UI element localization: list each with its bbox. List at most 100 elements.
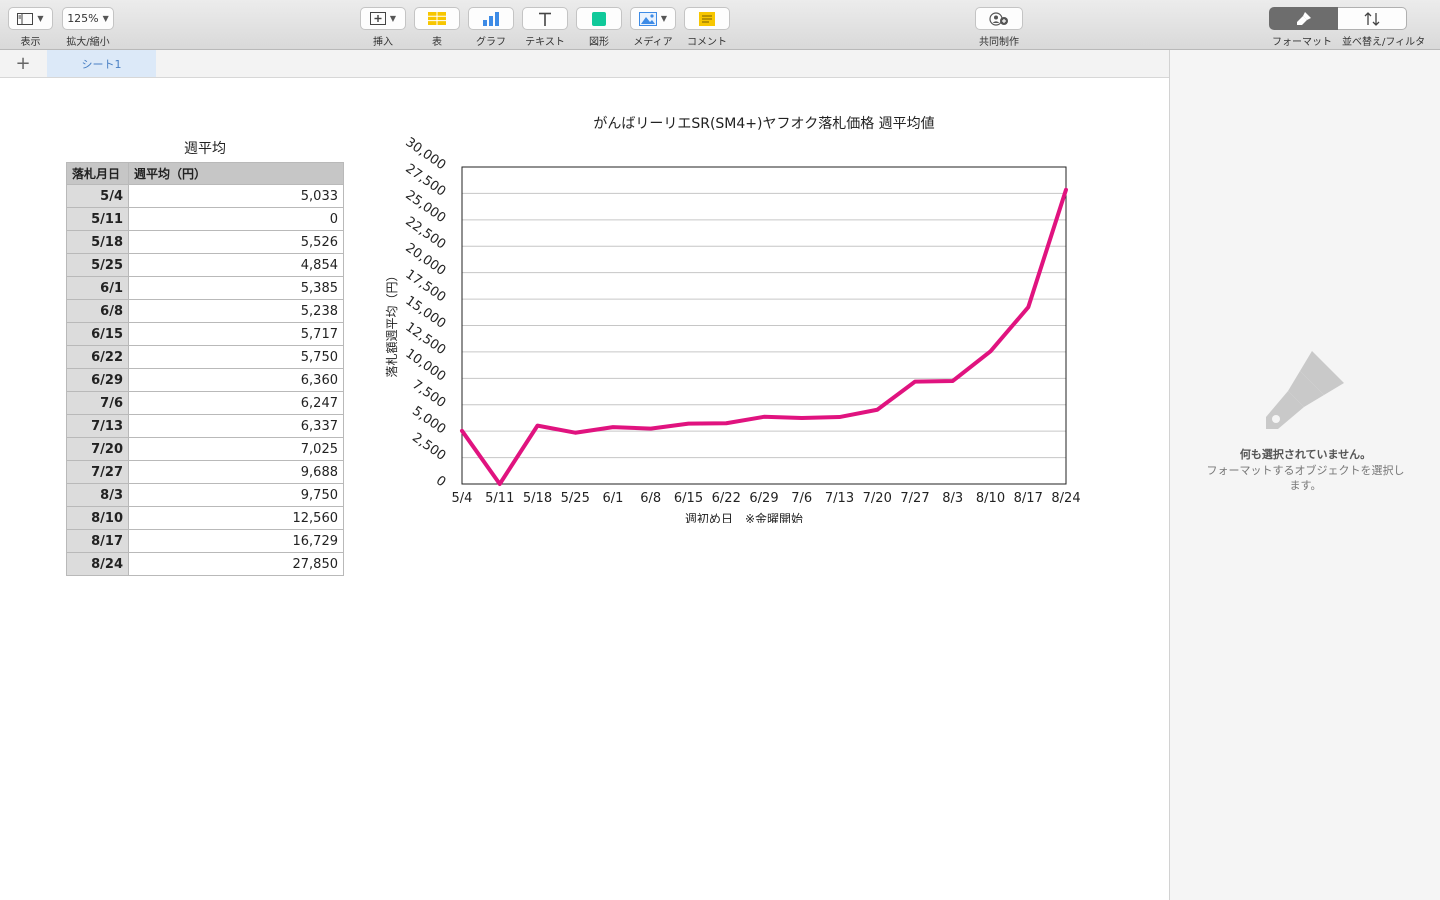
x-tick-label: 6/8 xyxy=(640,491,661,506)
x-tick-label: 8/17 xyxy=(1014,491,1043,506)
average-cell[interactable]: 5,750 xyxy=(128,345,344,369)
average-cell[interactable]: 5,385 xyxy=(128,276,344,300)
average-cell[interactable]: 12,560 xyxy=(128,506,344,530)
weekly-average-table[interactable]: 落札月日 週平均（円） 5/4 5,033 5/11 0 5/18 5,526 5/25 4,… xyxy=(66,162,344,576)
chart-label: グラフ xyxy=(476,37,506,48)
date-cell[interactable]: 6/8 xyxy=(66,299,129,323)
date-cell[interactable]: 8/24 xyxy=(66,552,129,576)
table-row[interactable]: 6/15 5,717 xyxy=(66,322,344,346)
table-control[interactable]: 表 xyxy=(414,7,460,48)
data-point xyxy=(951,379,955,383)
date-cell[interactable]: 6/29 xyxy=(66,368,129,392)
zoom-control[interactable]: 125% ▼ 拡大/縮小 xyxy=(62,7,114,48)
line-chart[interactable]: がんばリーリエSR(SM4+)ヤフオク落札価格 週平均値02,5005,0007… xyxy=(380,103,1100,523)
date-cell[interactable]: 7/6 xyxy=(66,391,129,415)
data-point xyxy=(573,431,577,435)
average-cell[interactable]: 5,717 xyxy=(128,322,344,346)
text-control[interactable]: テキスト xyxy=(522,7,568,48)
insert-icon xyxy=(369,12,386,25)
date-cell[interactable]: 5/11 xyxy=(66,207,129,231)
chart-button[interactable] xyxy=(468,7,514,30)
zoom-button[interactable]: 125% ▼ xyxy=(62,7,114,30)
collaborate-control[interactable]: 共同制作 xyxy=(975,7,1023,48)
comment-control[interactable]: コメント xyxy=(684,7,730,48)
table-row[interactable]: 8/10 12,560 xyxy=(66,506,344,530)
date-cell[interactable]: 6/1 xyxy=(66,276,129,300)
date-cell[interactable]: 6/15 xyxy=(66,322,129,346)
table-row[interactable]: 6/29 6,360 xyxy=(66,368,344,392)
chart-control[interactable]: グラフ xyxy=(468,7,514,48)
sheet-tab[interactable]: シート1 xyxy=(47,50,156,77)
x-tick-label: 7/6 xyxy=(791,491,812,506)
data-point xyxy=(460,429,464,433)
table-row[interactable]: 8/24 27,850 xyxy=(66,552,344,576)
chevron-down-icon: ▼ xyxy=(660,14,668,23)
data-point xyxy=(1026,305,1030,309)
text-icon xyxy=(539,12,551,26)
table-row[interactable]: 5/18 5,526 xyxy=(66,230,344,254)
x-tick-label: 8/10 xyxy=(976,491,1005,506)
date-cell[interactable]: 7/13 xyxy=(66,414,129,438)
insert-button[interactable]: ▼ xyxy=(360,7,406,30)
insert-control[interactable]: ▼ 挿入 xyxy=(360,7,406,48)
average-cell[interactable]: 6,247 xyxy=(128,391,344,415)
shape-control[interactable]: 図形 xyxy=(576,7,622,48)
date-cell[interactable]: 5/18 xyxy=(66,230,129,254)
average-cell[interactable]: 5,238 xyxy=(128,299,344,323)
average-cell[interactable]: 7,025 xyxy=(128,437,344,461)
table-row[interactable]: 7/6 6,247 xyxy=(66,391,344,415)
average-cell[interactable]: 9,688 xyxy=(128,460,344,484)
data-point xyxy=(649,427,653,431)
average-cell[interactable]: 27,850 xyxy=(128,552,344,576)
average-cell[interactable]: 4,854 xyxy=(128,253,344,277)
add-sheet-button[interactable]: + xyxy=(12,53,34,74)
table-row[interactable]: 5/4 5,033 xyxy=(66,184,344,208)
table-button[interactable] xyxy=(414,7,460,30)
table-row[interactable]: 5/25 4,854 xyxy=(66,253,344,277)
format-button[interactable] xyxy=(1269,7,1338,30)
sort-filter-label: 並べ替え/フィルタ xyxy=(1342,37,1426,48)
table-row[interactable]: 8/3 9,750 xyxy=(66,483,344,507)
date-cell[interactable]: 8/17 xyxy=(66,529,129,553)
sort-filter-button[interactable] xyxy=(1338,7,1407,30)
average-cell[interactable]: 5,033 xyxy=(128,184,344,208)
media-button[interactable]: ▼ xyxy=(630,7,676,30)
shape-button[interactable] xyxy=(576,7,622,30)
data-point xyxy=(988,349,993,353)
comment-label: コメント xyxy=(687,37,727,48)
table-row[interactable]: 7/20 7,025 xyxy=(66,437,344,461)
paintbrush-icon xyxy=(1266,351,1344,429)
view-control[interactable]: ▼ 表示 xyxy=(8,7,53,48)
column-header-date[interactable]: 落札月日 xyxy=(66,162,129,185)
date-cell[interactable]: 7/20 xyxy=(66,437,129,461)
average-cell[interactable]: 0 xyxy=(128,207,344,231)
table-row[interactable]: 8/17 16,729 xyxy=(66,529,344,553)
media-control[interactable]: ▼ メディア xyxy=(630,7,676,48)
table-row[interactable]: 5/11 0 xyxy=(66,207,344,231)
comment-button[interactable] xyxy=(684,7,730,30)
table-row[interactable]: 6/22 5,750 xyxy=(66,345,344,369)
date-cell[interactable]: 7/27 xyxy=(66,460,129,484)
date-cell[interactable]: 8/10 xyxy=(66,506,129,530)
date-cell[interactable]: 8/3 xyxy=(66,483,129,507)
average-cell[interactable]: 5,526 xyxy=(128,230,344,254)
chevron-down-icon: ▼ xyxy=(389,14,397,23)
view-button[interactable]: ▼ xyxy=(8,7,53,30)
date-cell[interactable]: 6/22 xyxy=(66,345,129,369)
average-cell[interactable]: 16,729 xyxy=(128,529,344,553)
collaborate-button[interactable] xyxy=(975,7,1023,30)
data-point xyxy=(686,421,691,426)
date-cell[interactable]: 5/4 xyxy=(66,184,129,208)
average-cell[interactable]: 6,360 xyxy=(128,368,344,392)
column-header-average[interactable]: 週平均（円） xyxy=(128,162,344,185)
shape-label: 図形 xyxy=(589,37,609,48)
average-cell[interactable]: 9,750 xyxy=(128,483,344,507)
table-row[interactable]: 6/8 5,238 xyxy=(66,299,344,323)
average-cell[interactable]: 6,337 xyxy=(128,414,344,438)
x-tick-label: 6/29 xyxy=(749,491,778,506)
text-button[interactable] xyxy=(522,7,568,30)
table-row[interactable]: 7/27 9,688 xyxy=(66,460,344,484)
table-row[interactable]: 6/1 5,385 xyxy=(66,276,344,300)
date-cell[interactable]: 5/25 xyxy=(66,253,129,277)
table-row[interactable]: 7/13 6,337 xyxy=(66,414,344,438)
